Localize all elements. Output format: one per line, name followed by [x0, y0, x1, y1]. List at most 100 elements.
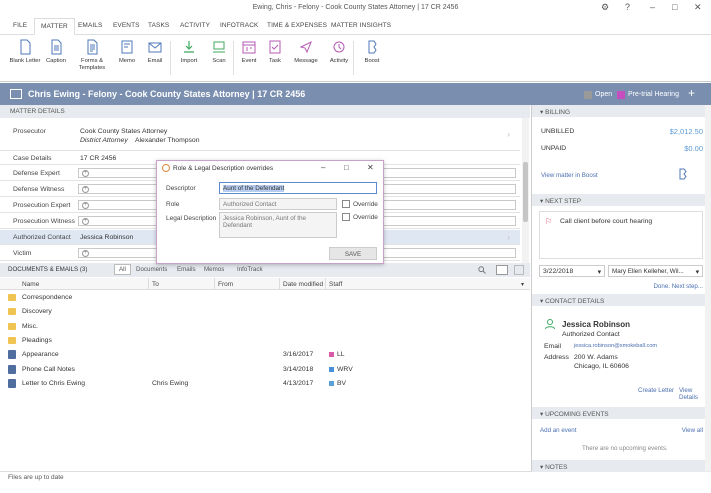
- save-button[interactable]: SAVE: [329, 247, 377, 260]
- add-contact-icon[interactable]: +: [82, 250, 89, 257]
- table-row[interactable]: Pleadings: [0, 334, 530, 348]
- close-icon[interactable]: ✕: [694, 2, 702, 13]
- contact-name[interactable]: Jessica Robinson: [562, 320, 630, 329]
- column-to[interactable]: To: [152, 281, 159, 288]
- add-icon[interactable]: +: [688, 86, 695, 100]
- create-letter-link[interactable]: Create Letter: [638, 387, 674, 394]
- caption-button[interactable]: Caption: [39, 39, 73, 65]
- notes-heading[interactable]: ▾ NOTES: [532, 460, 711, 472]
- address-line1: 200 W. Adams: [574, 354, 618, 361]
- table-row[interactable]: Discovery: [0, 305, 530, 319]
- tab-emails-docs[interactable]: Emails: [177, 266, 196, 273]
- documents-column-header: Name To From Date modified Staff ▾: [0, 278, 530, 290]
- legal-override-checkbox[interactable]: [342, 213, 350, 221]
- table-row[interactable]: Appearance 3/16/2017 LL: [0, 348, 530, 362]
- unpaid-value[interactable]: $0.00: [684, 144, 703, 153]
- next-step-heading[interactable]: ▾ NEXT STEP: [532, 194, 711, 206]
- view-all-events-link[interactable]: View all: [682, 427, 703, 434]
- legal-description-input[interactable]: Jessica Robinson, Aunt of the Defendant: [219, 212, 337, 238]
- table-row[interactable]: Misc.: [0, 320, 530, 334]
- column-date-modified[interactable]: Date modified: [283, 281, 323, 288]
- tab-infotrack-docs[interactable]: InfoTrack: [237, 266, 263, 273]
- list-view-icon[interactable]: [514, 265, 524, 275]
- prosecutor-row[interactable]: Prosecutor Cook County States Attorney D…: [0, 118, 520, 151]
- tab-tasks[interactable]: TASKS: [148, 22, 169, 29]
- doc-name: Pleadings: [22, 336, 52, 344]
- role-input[interactable]: Authorized Contact: [219, 198, 337, 210]
- caption-label: Caption: [46, 58, 66, 64]
- add-event-link[interactable]: Add an event: [540, 427, 576, 434]
- billing-heading[interactable]: ▾ BILLING: [532, 105, 711, 117]
- column-divider: [214, 278, 215, 290]
- table-row[interactable]: Correspondence: [0, 291, 530, 305]
- role-override-checkbox[interactable]: [342, 200, 350, 208]
- boost-button[interactable]: Boost: [355, 39, 389, 65]
- column-divider: [325, 278, 326, 290]
- details-scrollbar[interactable]: [522, 118, 529, 268]
- boost-icon[interactable]: [677, 168, 687, 180]
- column-name[interactable]: Name: [22, 281, 39, 288]
- tab-all[interactable]: All: [114, 264, 131, 275]
- details-scrollbar-thumb[interactable]: [523, 162, 528, 222]
- column-from[interactable]: From: [218, 281, 233, 288]
- column-staff[interactable]: Staff: [329, 281, 342, 288]
- case-details-label: Case Details: [13, 155, 52, 162]
- done-next-step-link[interactable]: Done. Next step...: [653, 283, 703, 290]
- tab-documents[interactable]: Documents: [136, 266, 167, 273]
- tab-emails[interactable]: EMAILS: [78, 22, 102, 29]
- documents-heading[interactable]: DOCUMENTS & EMAILS (3): [8, 266, 87, 273]
- minimize-icon[interactable]: –: [650, 2, 655, 12]
- assignee-select[interactable]: Mary Ellen Kelleher, Wil... ▾: [608, 265, 703, 277]
- folder-view-icon[interactable]: [496, 265, 508, 275]
- document-icon: [8, 350, 16, 360]
- dialog-maximize-icon[interactable]: □: [344, 163, 349, 172]
- help-icon[interactable]: ?: [625, 2, 630, 12]
- settings-icon[interactable]: ⚙: [601, 2, 609, 13]
- descriptor-input[interactable]: Aunt of the Defendant: [219, 182, 377, 194]
- dialog-minimize-icon[interactable]: –: [321, 163, 325, 172]
- dialog-close-icon[interactable]: ✕: [367, 163, 374, 172]
- table-row[interactable]: Letter to Chris Ewing Chris Ewing 4/13/201…: [0, 377, 530, 391]
- tab-events[interactable]: EVENTS: [113, 22, 140, 29]
- next-step-date-value: 3/22/2018: [543, 268, 574, 275]
- add-contact-icon[interactable]: +: [82, 218, 89, 225]
- contact-email-link[interactable]: jessica.robinson@smokeball.com: [574, 343, 657, 349]
- forms-templates-button[interactable]: Forms & Templates: [75, 39, 109, 72]
- billing-heading-label: BILLING: [545, 109, 571, 116]
- tab-matter[interactable]: MATTER: [34, 18, 75, 35]
- blank-letter-button[interactable]: Blank Letter: [8, 39, 42, 65]
- next-step-box[interactable]: ⚐ Call client before court hearing: [539, 211, 703, 259]
- tab-file[interactable]: FILE: [13, 22, 27, 29]
- prosecution-witness-label: Prosecution Witness: [13, 218, 75, 225]
- unbilled-value[interactable]: $2,012.50: [670, 127, 703, 136]
- tab-matter-insights[interactable]: MATTER INSIGHTS: [331, 22, 391, 29]
- upcoming-events-heading[interactable]: ▾ UPCOMING EVENTS: [532, 407, 711, 419]
- next-step-date[interactable]: 3/22/2018 ▾: [539, 265, 605, 277]
- search-icon[interactable]: [478, 266, 486, 274]
- column-menu-icon[interactable]: ▾: [521, 281, 524, 288]
- right-pane-scrollbar[interactable]: [705, 105, 711, 471]
- add-contact-icon[interactable]: +: [82, 202, 89, 209]
- scan-button[interactable]: Scan: [202, 39, 236, 65]
- add-contact-icon[interactable]: +: [82, 186, 89, 193]
- add-contact-icon[interactable]: +: [82, 170, 89, 177]
- tab-memos[interactable]: Memos: [204, 266, 224, 273]
- view-in-boost-link[interactable]: View matter in Boost: [541, 172, 598, 179]
- tab-activity[interactable]: ACTIVITY: [180, 22, 210, 29]
- email-button[interactable]: Email: [138, 39, 172, 65]
- contact-details-heading[interactable]: ▾ CONTACT DETAILS: [532, 294, 711, 306]
- activity-button[interactable]: Activity: [322, 39, 356, 65]
- ribbon: Blank Letter Caption Forms & Templates M…: [0, 35, 711, 82]
- table-row[interactable]: Phone Call Notes 3/14/2018 WRV: [0, 363, 530, 377]
- task-button[interactable]: Task: [258, 39, 292, 65]
- doc-name: Correspondence: [22, 294, 73, 301]
- case-details-value: 17 CR 2456: [80, 155, 117, 162]
- message-button[interactable]: Message: [289, 39, 323, 65]
- tab-time-expenses[interactable]: TIME & EXPENSES: [267, 22, 327, 29]
- blank-letter-label: Blank Letter: [9, 58, 41, 64]
- forms-templates-label: Forms & Templates: [78, 58, 106, 71]
- prosecutor-label: Prosecutor: [13, 128, 46, 135]
- import-button[interactable]: Import: [172, 39, 206, 65]
- tab-infotrack[interactable]: INFOTRACK: [220, 22, 258, 29]
- maximize-icon[interactable]: □: [672, 2, 677, 12]
